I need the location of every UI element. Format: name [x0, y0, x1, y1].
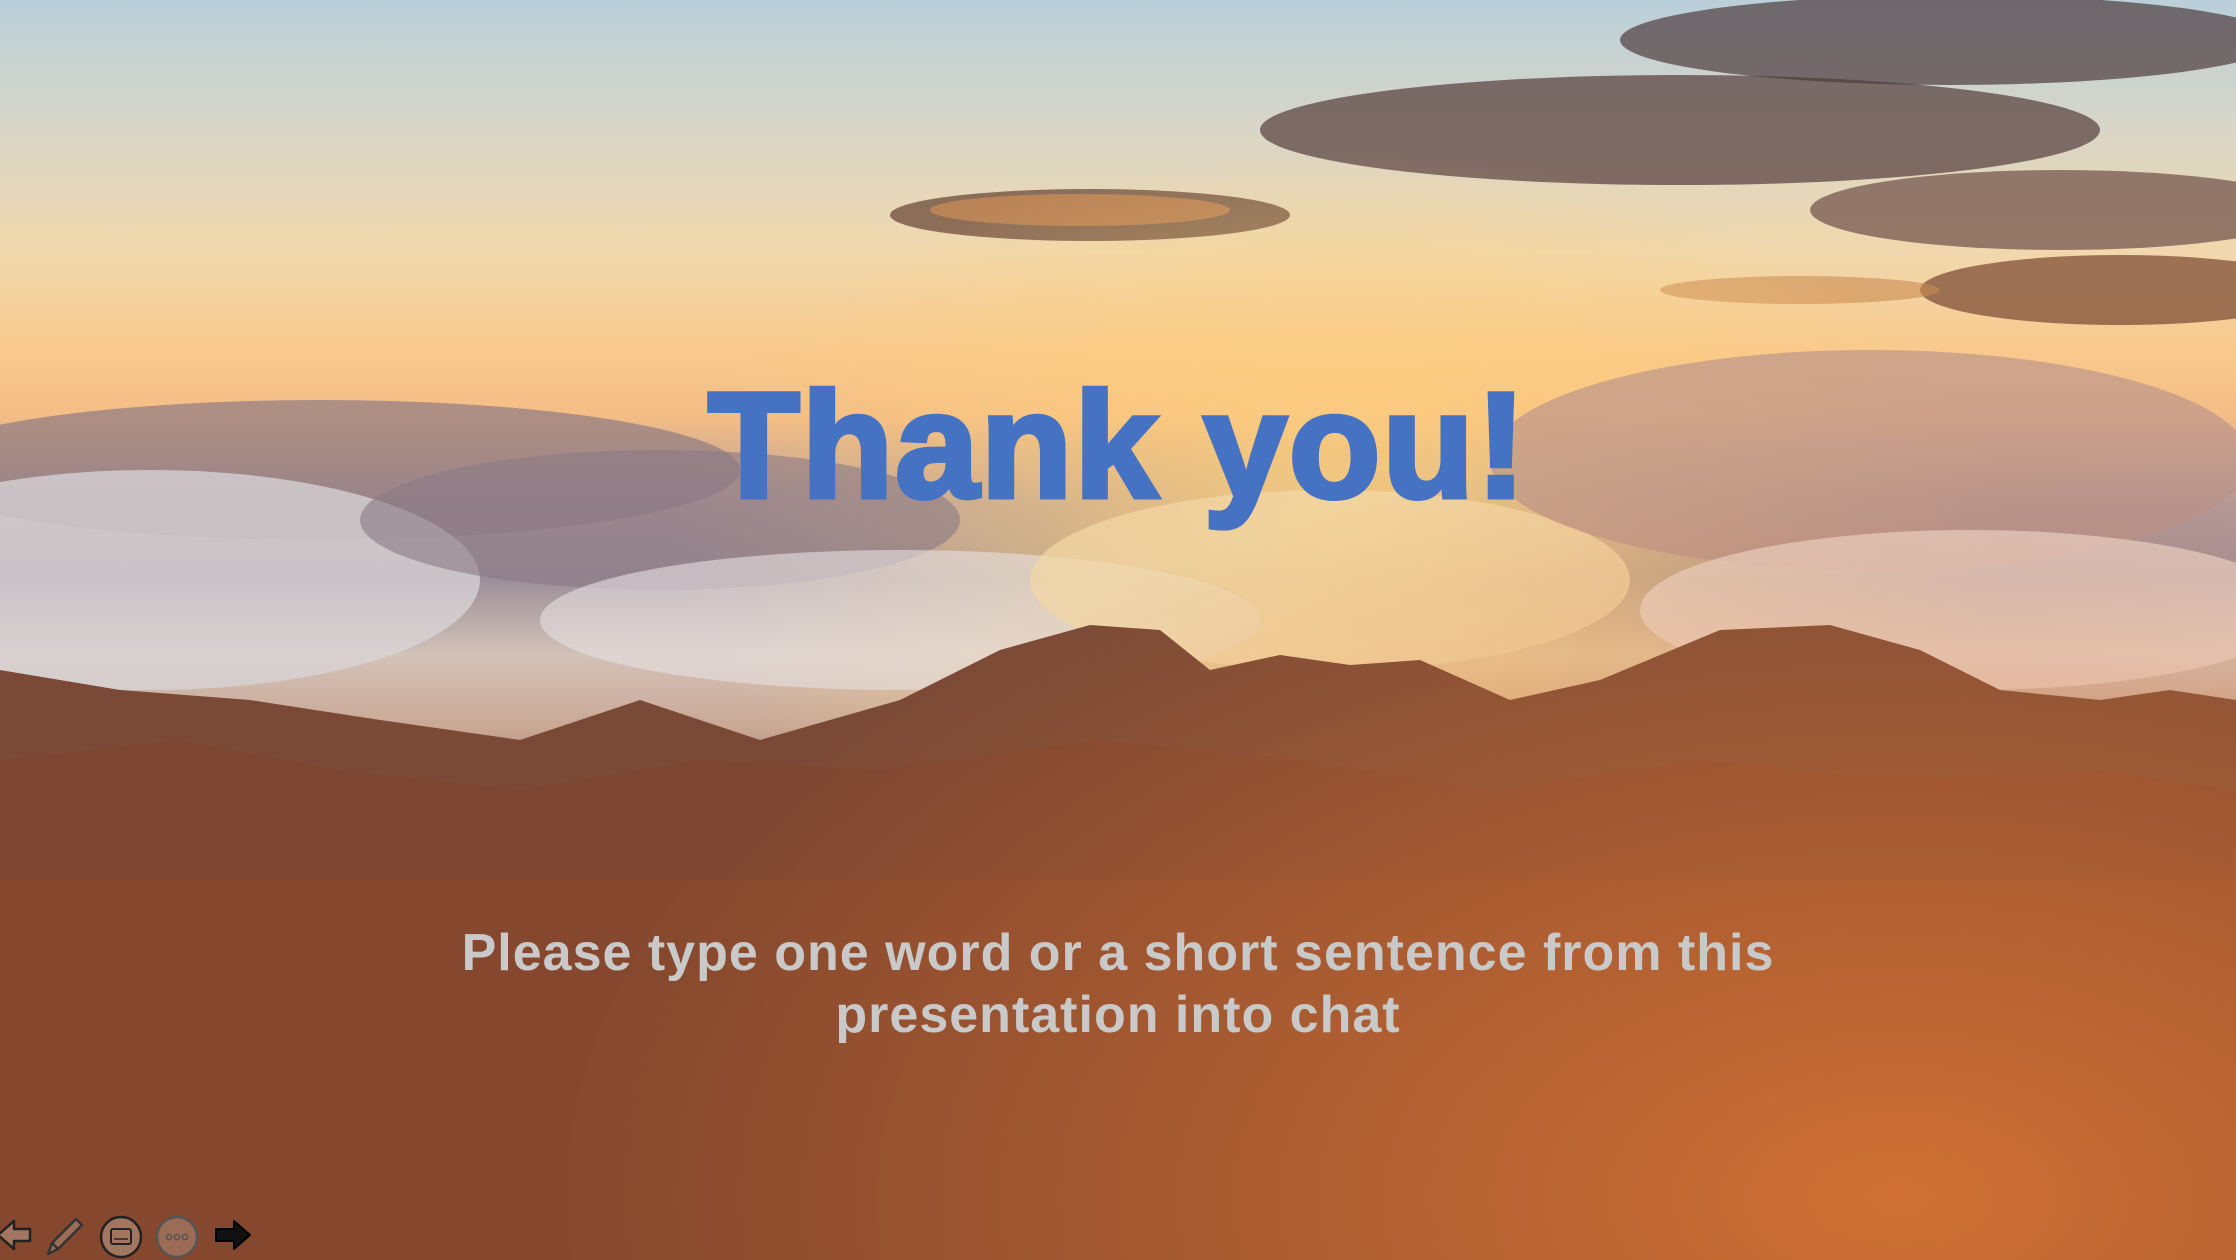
- subtitle-line-2: presentation into chat: [835, 986, 1401, 1044]
- pen-icon[interactable]: [40, 1210, 90, 1260]
- more-options-icon[interactable]: [152, 1210, 202, 1260]
- next-arrow-icon[interactable]: [206, 1210, 256, 1260]
- presentation-slide: Thank you! Please type one word or a sho…: [0, 0, 2236, 1260]
- mountain-sunset-background: [0, 0, 2236, 1260]
- slides-view-icon[interactable]: [96, 1210, 146, 1260]
- previous-arrow-icon[interactable]: [0, 1210, 42, 1260]
- slideshow-toolbar: [0, 1202, 280, 1260]
- slide-subtitle: Please type one word or a short sentence…: [380, 922, 1856, 1046]
- subtitle-line-1: Please type one word or a short sentence…: [461, 924, 1775, 982]
- slide-title: Thank you!: [705, 361, 1529, 529]
